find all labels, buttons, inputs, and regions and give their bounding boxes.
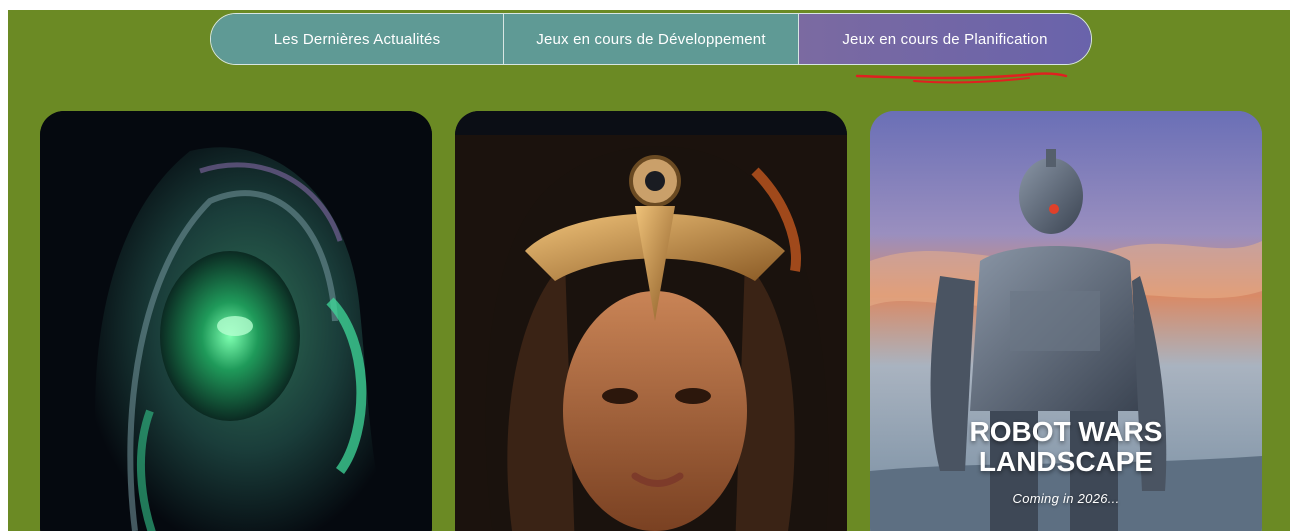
page-background: Les Dernières Actualités Jeux en cours d… bbox=[8, 10, 1290, 531]
tab-games-in-development[interactable]: Jeux en cours de Développement bbox=[504, 14, 799, 64]
category-tabs: Les Dernières Actualités Jeux en cours d… bbox=[210, 13, 1092, 65]
tab-latest-news[interactable]: Les Dernières Actualités bbox=[211, 14, 504, 64]
game-card-alien[interactable] bbox=[40, 111, 432, 531]
alien-helmet-image bbox=[40, 111, 432, 531]
game-card-warrior[interactable] bbox=[455, 111, 847, 531]
card-title: ROBOT WARS LANDSCAPE bbox=[969, 416, 1163, 477]
game-card-robot-wars[interactable]: ROBOT WARS LANDSCAPE Coming in 2026... bbox=[870, 111, 1262, 531]
tab-games-in-planning[interactable]: Jeux en cours de Planification bbox=[799, 14, 1091, 64]
warrior-woman-image bbox=[455, 111, 847, 531]
red-underline-annotation bbox=[855, 72, 1068, 84]
card-subtitle: Coming in 2026... bbox=[1012, 491, 1120, 506]
